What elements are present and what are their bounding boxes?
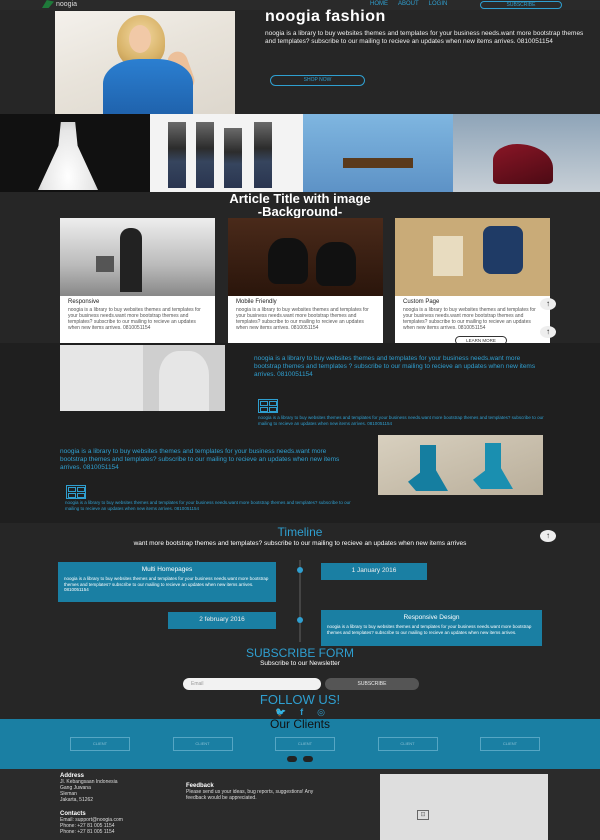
carousel-dots [0, 756, 600, 762]
contact-line: Phone: +27 81 005 1154 [60, 829, 115, 835]
timeline-item-title: Multi Homepages [141, 566, 193, 573]
nav-link-about[interactable]: ABOUT [398, 1, 419, 7]
card-text: noogia is a library to buy websites them… [68, 307, 201, 331]
scroll-up-icon[interactable]: ↑ [540, 326, 556, 338]
article-title: Article Title with image -Background- [0, 192, 600, 218]
hero-shop-button[interactable]: SHOP NOW [270, 75, 365, 86]
timeline-subtitle: want more bootstrap themes and templates… [133, 540, 467, 547]
footer-feedback: Feedback Please send us your ideas, bug … [186, 783, 316, 801]
nav-links: HOME ABOUT LOGIN [370, 1, 447, 7]
clients-section: Our Clients CLIENT CLIENT CLIENT CLIENT … [0, 717, 600, 769]
address-line: Jakarta, 51262 [60, 797, 94, 803]
timeline-item-title: Responsive Design [403, 614, 460, 621]
feature-cards: Responsive noogia is a library to buy we… [60, 218, 550, 345]
footer: Address Jl. Kebangsaan Indonesia Gang Ju… [0, 769, 600, 840]
card-text: noogia is a library to buy websites them… [403, 307, 536, 331]
client-logo: CLIENT [275, 737, 335, 751]
map-embed[interactable]: ⊡ [380, 774, 548, 840]
shoes-image [378, 435, 543, 495]
footer-address: Address Jl. Kebangsaan Indonesia Gang Ju… [60, 773, 118, 803]
nav-link-home[interactable]: HOME [370, 1, 388, 7]
timeline-dot [297, 567, 303, 573]
map-placeholder-icon: ⊡ [417, 810, 429, 820]
hero-title: noogia fashion [265, 8, 386, 25]
article-title-line2: -Background- [257, 204, 343, 219]
clients-title: Our Clients [269, 717, 331, 731]
timeline-date: 1 January 2016 [321, 563, 427, 580]
nav-subscribe-button[interactable]: SUBSCRIBE [480, 1, 562, 9]
carousel-dot[interactable] [287, 756, 297, 762]
strip-image-men [150, 114, 303, 192]
photo-strip [0, 114, 600, 192]
client-logo: CLIENT [480, 737, 540, 751]
leaf-icon [42, 0, 54, 8]
subscribe-button[interactable]: SUBSCRIBE [325, 678, 419, 690]
timeline-title: Timeline [277, 525, 323, 539]
section-paragraph: noogia is a library to buy websites them… [65, 500, 351, 511]
card-title: Custom Page [403, 299, 440, 305]
carousel-dot[interactable] [303, 756, 313, 762]
page: noogia HOME ABOUT LOGIN SUBSCRIBE noogia… [0, 0, 600, 840]
card-title: Mobile Friendly [236, 299, 277, 305]
subscribe-subtitle: Subscribe to our Newsletter [260, 660, 340, 667]
nav-link-login[interactable]: LOGIN [429, 1, 448, 7]
client-logo: CLIENT [172, 737, 233, 751]
subscribe-title: SUBSCRIBE FORM [245, 646, 354, 660]
timeline-dot [297, 617, 303, 623]
client-logos: CLIENT CLIENT CLIENT CLIENT CLIENT [70, 737, 540, 751]
section-paragraph: noogia is a library to buy websites them… [254, 355, 536, 378]
follow-title: FOLLOW US! [259, 692, 341, 707]
card-text: noogia is a library to buy websites them… [236, 307, 369, 331]
hero-text: noogia is a library to buy websites them… [265, 30, 584, 45]
content-section: noogia is a library to buy websites them… [0, 343, 600, 523]
hero-section: noogia fashion noogia is a library to bu… [0, 8, 600, 119]
logo[interactable]: noogia [42, 0, 77, 8]
timeline-item: Responsive Design noogia is a library to… [321, 610, 542, 646]
card-custom: Custom Page noogia is a library to buy w… [395, 218, 550, 345]
strip-image-dress [0, 114, 150, 192]
timeline-date: 2 february 2016 [168, 612, 276, 629]
feedback-text: Please send us your ideas, bug reports, … [186, 789, 314, 801]
card-responsive: Responsive noogia is a library to buy we… [60, 218, 215, 343]
strip-image-belt [303, 114, 453, 192]
timeline-item: Multi Homepages noogia is a library to b… [58, 562, 276, 602]
client-logo: CLIENT [70, 737, 130, 751]
scroll-up-icon[interactable]: ↑ [540, 298, 556, 310]
footer-contacts: Contacts Email: support@noogia.com Phone… [60, 811, 123, 835]
timeline-item-text: noogia is a library to buy websites them… [327, 624, 532, 635]
suits-image [60, 345, 225, 411]
strip-image-heels [453, 114, 600, 192]
card-image [395, 218, 550, 296]
brand-name: noogia [56, 0, 78, 8]
grid-icon [66, 485, 86, 499]
card-image [60, 218, 215, 296]
client-logo: CLIENT [377, 737, 438, 751]
timeline-item-text: noogia is a library to buy websites them… [64, 576, 269, 592]
grid-icon [258, 399, 278, 413]
section-paragraph: noogia is a library to buy websites them… [258, 415, 544, 426]
email-input[interactable]: Email [183, 678, 321, 690]
card-title: Responsive [68, 299, 100, 305]
section-paragraph: noogia is a library to buy websites them… [60, 448, 340, 471]
hero-image [55, 11, 235, 119]
card-mobile: Mobile Friendly noogia is a library to b… [228, 218, 383, 343]
card-image [228, 218, 383, 296]
